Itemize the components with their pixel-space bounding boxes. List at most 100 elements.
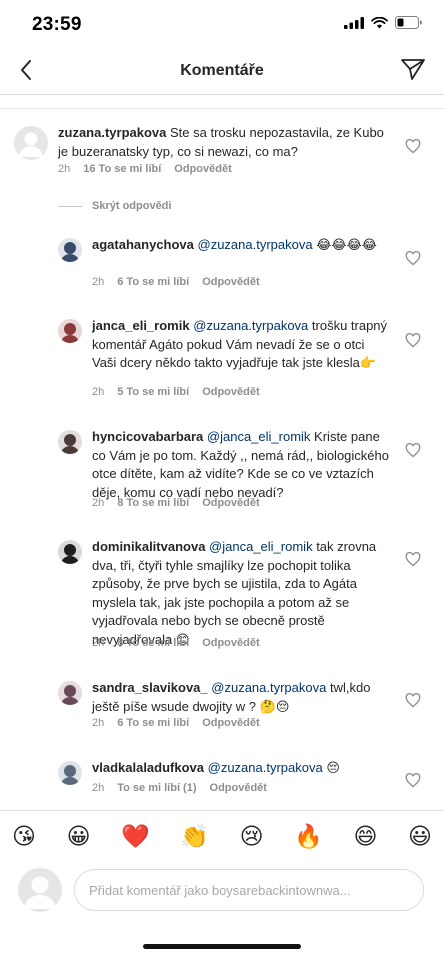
reply-button[interactable]: Odpovědět (202, 386, 259, 398)
comment-time: 2h (92, 637, 105, 649)
comment-meta: 2h 6 To se mi líbí Odpovědět (92, 276, 260, 288)
emoji-clap-button[interactable]: 👏 (180, 823, 209, 849)
mention-link[interactable]: @zuzana.tyrpakova (208, 760, 323, 775)
emoji-kiss-button[interactable]: 😘 (12, 823, 36, 849)
avatar[interactable] (58, 319, 82, 343)
comment-input[interactable] (75, 870, 409, 910)
likes-count[interactable]: To se mi líbí (1) (117, 782, 196, 794)
likes-count[interactable]: 8 To se mi líbí (117, 637, 189, 649)
mention-link[interactable]: @zuzana.tyrpakova (198, 237, 313, 252)
comment-username[interactable]: hyncicovabarbara (92, 429, 203, 444)
reply-button[interactable]: Odpovědět (174, 163, 231, 175)
reply-button[interactable]: Odpovědět (202, 717, 259, 729)
heart-icon[interactable] (405, 773, 421, 788)
hide-replies-label: Skrýt odpovědi (92, 200, 172, 212)
comment-username[interactable]: janca_eli_romik (92, 318, 190, 333)
avatar[interactable] (58, 540, 82, 564)
page-title: Komentáře (180, 62, 264, 79)
avatar[interactable] (14, 126, 48, 160)
reply-button[interactable]: Odpovědět (202, 497, 259, 509)
avatar[interactable] (58, 430, 82, 454)
mention-link[interactable]: @zuzana.tyrpakova (193, 318, 308, 333)
mention-link[interactable]: @janca_eli_romik (209, 539, 313, 554)
likes-count[interactable]: 6 To se mi líbí (117, 717, 189, 729)
hide-replies-button[interactable]: Skrýt odpovědi (58, 200, 171, 212)
comment-time: 2h (92, 276, 105, 288)
comment-body: 😂😂😂😂 (312, 237, 377, 252)
divider (58, 205, 82, 207)
comment-body: 😔 (322, 760, 340, 775)
heart-icon[interactable] (405, 693, 421, 708)
profile-photo (58, 319, 82, 343)
battery-icon (395, 16, 422, 29)
signal-icon (344, 16, 364, 29)
header-bar: Komentáře (0, 48, 444, 95)
likes-count[interactable]: 8 To se mi líbí (117, 497, 189, 509)
likes-count[interactable]: 16 To se mi líbí (83, 163, 161, 175)
reply-text: vladkalaladufkova @zuzana.tyrpakova 😔 (92, 759, 392, 778)
avatar[interactable] (58, 761, 82, 785)
profile-photo (58, 681, 82, 705)
likes-count[interactable]: 5 To se mi líbí (117, 386, 189, 398)
profile-photo (58, 238, 82, 262)
emoji-smile-button[interactable]: 😄 (353, 823, 377, 849)
mention-link[interactable]: @zuzana.tyrpakova (211, 680, 326, 695)
emoji-cry-button[interactable]: 😢 (240, 823, 264, 849)
default-avatar-icon (19, 132, 43, 157)
heart-icon[interactable] (405, 139, 421, 154)
reply-button[interactable]: Odpovědět (210, 782, 267, 794)
comment-meta: 2h 16 To se mi líbí Odpovědět (58, 163, 232, 175)
comment-meta: 2h 8 To se mi líbí Odpovědět (92, 497, 260, 509)
profile-photo (58, 540, 82, 564)
comment-username[interactable]: dominikalitvanova (92, 539, 205, 554)
reply-text: dominikalitvanova @janca_eli_romik tak z… (92, 538, 392, 649)
reply-button[interactable]: Odpovědět (202, 637, 259, 649)
comment-time: 2h (92, 386, 105, 398)
main-comment-text: zuzana.tyrpakova Ste sa trosku nepozasta… (58, 124, 388, 161)
reply-text: hyncicovabarbara @janca_eli_romik Kriste… (92, 428, 397, 502)
mention-link[interactable]: @janca_eli_romik (207, 429, 311, 444)
comment-meta: 2h To se mi líbí (1) Odpovědět (92, 782, 267, 794)
avatar[interactable] (58, 238, 82, 262)
comment-composer (0, 861, 444, 921)
avatar[interactable] (58, 681, 82, 705)
comment-meta: 2h 5 To se mi líbí Odpovědět (92, 386, 260, 398)
reply-button[interactable]: Odpovědět (202, 276, 259, 288)
home-indicator[interactable] (143, 944, 301, 949)
comment-input-box (74, 869, 424, 911)
heart-icon[interactable] (405, 251, 421, 266)
heart-icon[interactable] (405, 333, 421, 348)
heart-icon[interactable] (405, 552, 421, 567)
reply-text: sandra_slavikova_ @zuzana.tyrpakova twl,… (92, 679, 392, 716)
heart-icon[interactable] (405, 443, 421, 458)
reply-text: agatahanychova @zuzana.tyrpakova 😂😂😂😂 (92, 236, 392, 255)
emoji-grin-button[interactable]: 😀 (67, 823, 91, 849)
reply-text: janca_eli_romik @zuzana.tyrpakova trošku… (92, 317, 392, 373)
status-icons (344, 16, 422, 29)
comment-time: 2h (92, 497, 105, 509)
profile-photo (58, 430, 82, 454)
emoji-bar: 😘 😀 ❤️ 👏 😢 🔥 😄 😃 (0, 810, 444, 861)
comment-meta: 2h 6 To se mi líbí Odpovědět (92, 717, 260, 729)
likes-count[interactable]: 6 To se mi líbí (117, 276, 189, 288)
comment-username[interactable]: zuzana.tyrpakova (58, 125, 166, 140)
emoji-smiley-button[interactable]: 😃 (408, 823, 432, 849)
comment-time: 2h (92, 717, 105, 729)
profile-photo (58, 761, 82, 785)
comment-body: tak zrovna dva, tři, čtyři tyhle smajlík… (92, 539, 377, 647)
status-time: 23:59 (32, 14, 82, 35)
comment-time: 2h (58, 163, 71, 175)
paper-plane-icon[interactable] (400, 57, 426, 81)
emoji-row: 😘 😀 ❤️ 👏 😢 🔥 😄 😃 (12, 823, 432, 849)
comment-time: 2h (92, 782, 105, 794)
comment-meta: 2h 8 To se mi líbí Odpovědět (92, 637, 260, 649)
wifi-icon (371, 16, 388, 28)
avatar (18, 868, 62, 912)
emoji-fire-button[interactable]: 🔥 (294, 823, 323, 849)
comment-username[interactable]: vladkalaladufkova (92, 760, 204, 775)
comment-username[interactable]: agatahanychova (92, 237, 194, 252)
default-avatar-icon (24, 876, 56, 909)
comment-username[interactable]: sandra_slavikova_ (92, 680, 208, 695)
emoji-heart-button[interactable]: ❤️ (121, 823, 150, 849)
divider (0, 108, 444, 109)
